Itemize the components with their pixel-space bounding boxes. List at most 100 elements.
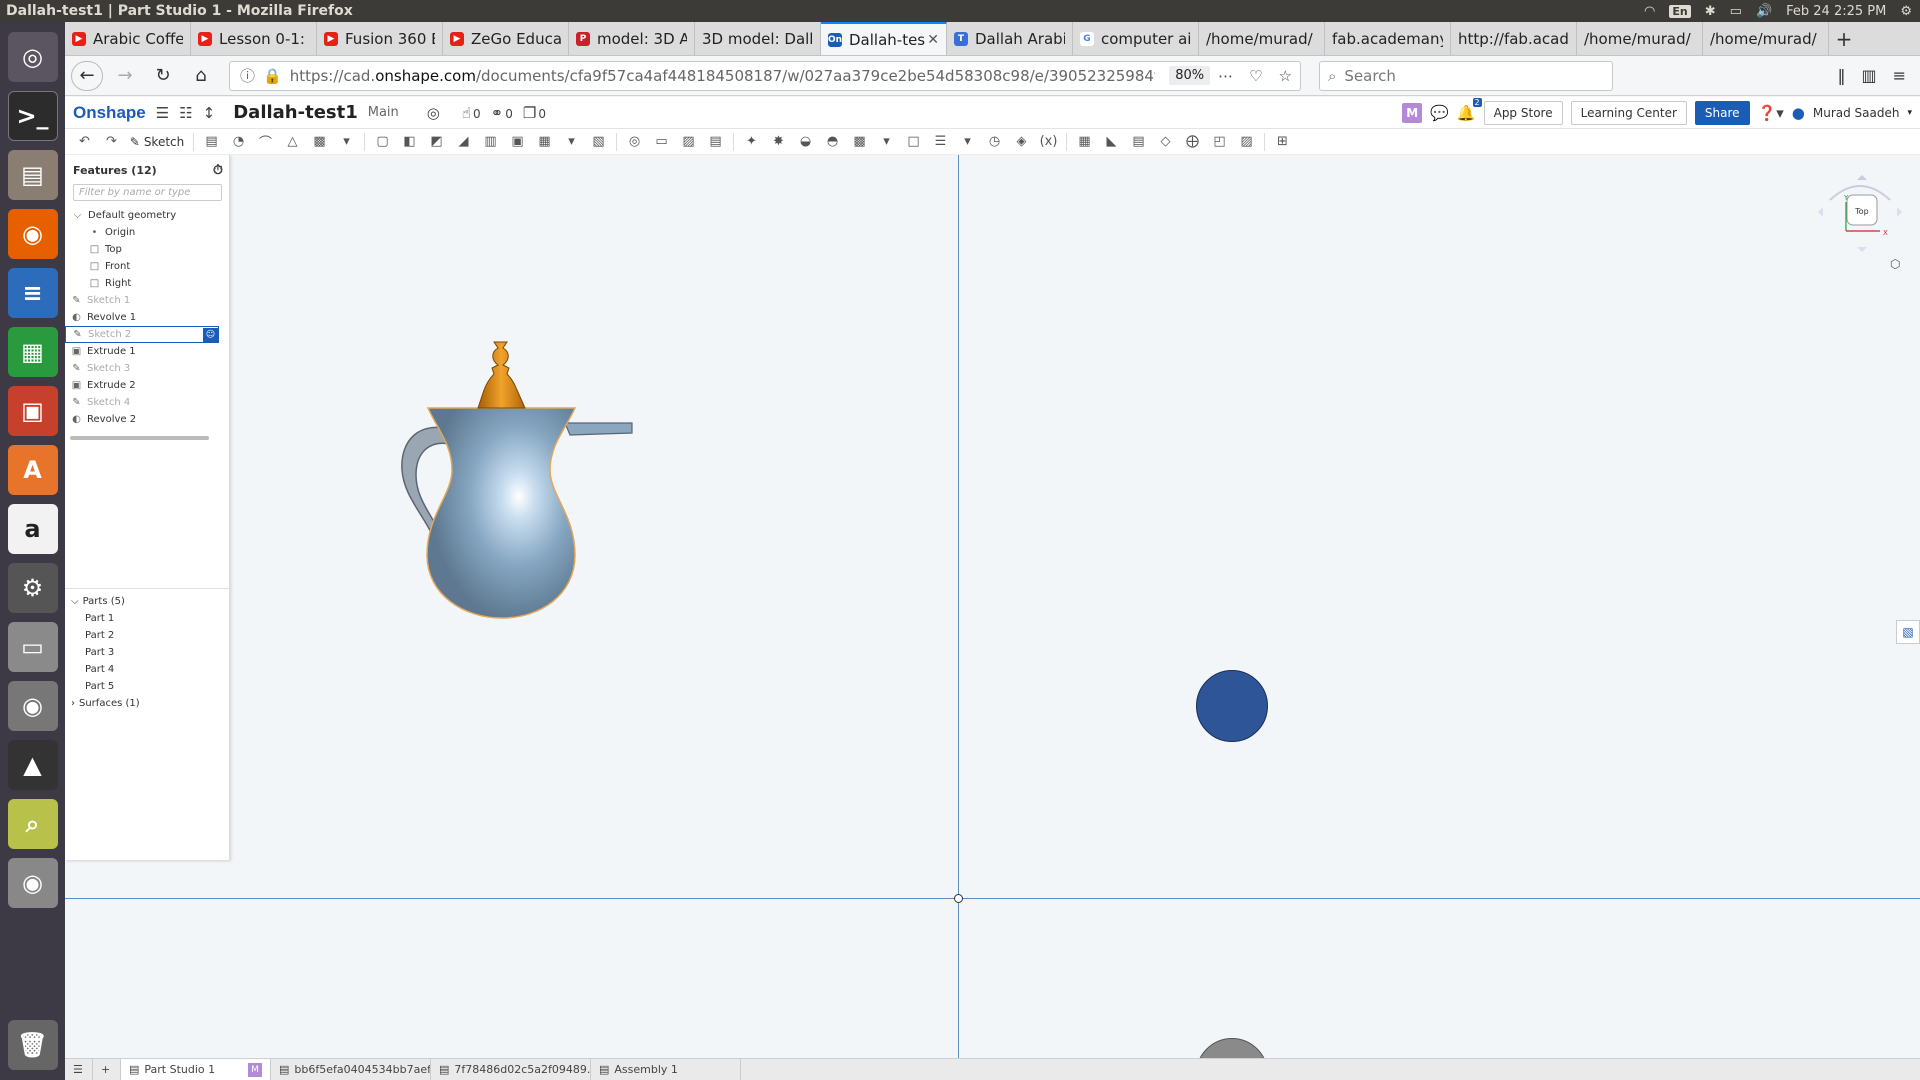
toolbar-tool-icon[interactable]: ▤: [702, 131, 729, 153]
menu-icon[interactable]: ≡: [1893, 66, 1906, 85]
feature-filter-input[interactable]: Filter by name or type: [73, 184, 222, 201]
surfaces-folder[interactable]: › Surfaces (1): [65, 695, 230, 712]
new-tab-button[interactable]: +: [1829, 22, 1859, 55]
url-text[interactable]: https://cad.onshape.com/documents/cfa9f5…: [290, 67, 1155, 85]
camera-2-icon[interactable]: ◉: [7, 858, 58, 908]
toolbar-tool-icon[interactable]: ▢: [369, 131, 396, 153]
like-icon[interactable]: ☝ 0: [462, 104, 481, 122]
page-actions-icon[interactable]: ⋯: [1218, 67, 1233, 85]
calc-icon[interactable]: ▦: [7, 327, 58, 377]
part-item[interactable]: Part 3: [65, 644, 230, 661]
toolbar-tool-icon[interactable]: ▤: [1125, 131, 1152, 153]
browser-tab[interactable]: fab.academany: [1325, 22, 1451, 55]
url-bar[interactable]: ⓘ 🔒 https://cad.onshape.com/documents/cf…: [229, 60, 1301, 91]
browser-tab[interactable]: ▶ Arabic Coffee: [65, 22, 191, 55]
share-button[interactable]: Share: [1694, 100, 1750, 125]
toolbar-tool-icon[interactable]: ▨: [1233, 131, 1260, 153]
toolbar-tool-icon[interactable]: ▩: [306, 131, 333, 153]
toolbar-tool-icon[interactable]: ▣: [504, 131, 531, 153]
toolbar-tool-icon[interactable]: ◈: [1008, 131, 1035, 153]
back-button[interactable]: ←: [71, 60, 103, 91]
origin-point[interactable]: [954, 894, 963, 903]
camera-icon[interactable]: ◉: [7, 681, 58, 731]
reload-button[interactable]: ↻: [147, 61, 179, 91]
toolbar-tool-icon[interactable]: ▩: [846, 131, 873, 153]
globe-icon[interactable]: ◎: [427, 104, 440, 122]
ubuntu-dash-icon[interactable]: ◎: [7, 32, 58, 82]
sketch-circle-gray[interactable]: [1196, 1038, 1268, 1058]
impress-icon[interactable]: ▣: [7, 386, 58, 436]
sketch-circle[interactable]: [1196, 670, 1268, 742]
toolbar-tool-icon[interactable]: ▦: [531, 131, 558, 153]
notifications-icon[interactable]: 🔔 2: [1457, 97, 1482, 122]
copy-icon[interactable]: ❐ 0: [523, 104, 546, 122]
graphics-area[interactable]: Features (12) ⏱ Filter by name or type ⌵…: [65, 155, 1920, 1058]
browser-tab[interactable]: T Dallah Arabi: [947, 22, 1073, 55]
toolbar-tool-icon[interactable]: ◷: [981, 131, 1008, 153]
document-title[interactable]: Dallah-test1: [233, 102, 358, 123]
toolbar-tool-icon[interactable]: ↶: [71, 131, 98, 153]
part-item[interactable]: Part 2: [65, 627, 230, 644]
bookmark-star-icon[interactable]: ☆: [1279, 67, 1292, 85]
close-tab-icon[interactable]: ✕: [927, 32, 939, 48]
browser-tab[interactable]: ▶ Fusion 360 E: [317, 22, 443, 55]
toolbar-tool-icon[interactable]: ◢: [450, 131, 477, 153]
onshape-logo[interactable]: Onshape: [73, 103, 146, 123]
toolbar-tool-icon[interactable]: ✦: [738, 131, 765, 153]
toolbar-tool-icon[interactable]: ▾: [333, 131, 360, 153]
toolbar-tool-icon[interactable]: ▨: [675, 131, 702, 153]
toolbar-tool-icon[interactable]: ☰: [927, 131, 954, 153]
files-icon[interactable]: ▤: [7, 150, 58, 200]
learning-center-button[interactable]: Learning Center: [1570, 100, 1687, 125]
browser-tab[interactable]: ▶ ZeGo Educat: [443, 22, 569, 55]
feature-item[interactable]: ✎ Sketch 3: [65, 360, 229, 377]
info-icon[interactable]: ⓘ: [240, 65, 255, 86]
gear-icon[interactable]: ⚙: [1900, 4, 1912, 19]
browser-tab[interactable]: 3D model: Dalla: [695, 22, 821, 55]
default-geometry-folder[interactable]: ⌵ Default geometry: [65, 207, 229, 224]
toolbar-tool-icon[interactable]: ◎: [621, 131, 648, 153]
hamburger-menu-icon[interactable]: ☰: [156, 104, 169, 122]
toolbar-tool-icon[interactable]: ◒: [792, 131, 819, 153]
browser-tab[interactable]: /home/murad/: [1577, 22, 1703, 55]
render-mode-icon[interactable]: ▧: [1896, 620, 1920, 644]
sidebar-icon[interactable]: ▥: [1861, 66, 1876, 85]
battery-icon[interactable]: ▭: [1730, 4, 1742, 19]
toolbar-tool-icon[interactable]: ✸: [765, 131, 792, 153]
part-item[interactable]: Part 1: [65, 610, 230, 627]
toolbar-tool-icon[interactable]: ◓: [819, 131, 846, 153]
avatar[interactable]: ●: [1792, 104, 1805, 122]
zoom-level[interactable]: 80%: [1169, 66, 1211, 85]
clock[interactable]: Feb 24 2:25 PM: [1786, 4, 1886, 19]
chevron-down-icon[interactable]: ▾: [1907, 108, 1912, 118]
feature-item[interactable]: □ Top: [65, 241, 229, 258]
user-badge[interactable]: M: [1402, 102, 1423, 123]
feature-item[interactable]: ◐ Revolve 2: [65, 411, 229, 428]
feature-scrollbar[interactable]: [70, 436, 209, 440]
element-tab[interactable]: ▤ Part Studio 1 M: [121, 1058, 271, 1080]
view-cube[interactable]: Top Y X ⬡: [1810, 172, 1910, 302]
toolbar-tool-icon[interactable]: ◇: [1152, 131, 1179, 153]
feature-item[interactable]: ✎ Sketch 4: [65, 394, 229, 411]
browser-tab[interactable]: On Dallah-tes ✕: [821, 22, 947, 55]
feature-list-icon[interactable]: ☷: [179, 104, 192, 122]
element-tab[interactable]: ▤ bb6f5efa0404534bb7aef...: [271, 1058, 431, 1080]
toolbar-tool-icon[interactable]: (x): [1035, 131, 1062, 153]
user-name[interactable]: Murad Saadeh: [1813, 106, 1900, 120]
feature-item[interactable]: ◐ Revolve 1: [65, 309, 229, 326]
inkscape-icon[interactable]: ▲: [7, 740, 58, 790]
feature-item[interactable]: ▣ Extrude 2: [65, 377, 229, 394]
toolbar-tool-icon[interactable]: ▭: [648, 131, 675, 153]
toolbar-tool-icon[interactable]: ◧: [396, 131, 423, 153]
toolbar-tool-icon[interactable]: ◔: [225, 131, 252, 153]
amazon-icon[interactable]: a: [7, 504, 58, 554]
add-element-button[interactable]: +: [93, 1058, 121, 1080]
toolbar-tool-icon[interactable]: ▥: [477, 131, 504, 153]
feature-item[interactable]: ✎ Sketch 2 ☺: [65, 326, 219, 343]
feature-item[interactable]: ▣ Extrude 1: [65, 343, 229, 360]
toolbar-tool-icon[interactable]: ◣: [1098, 131, 1125, 153]
help-icon[interactable]: ❓▾: [1758, 104, 1784, 122]
toolbar-tool-icon[interactable]: ▾: [873, 131, 900, 153]
writer-icon[interactable]: ≡: [7, 268, 58, 318]
toolbar-tool-icon[interactable]: □: [900, 131, 927, 153]
